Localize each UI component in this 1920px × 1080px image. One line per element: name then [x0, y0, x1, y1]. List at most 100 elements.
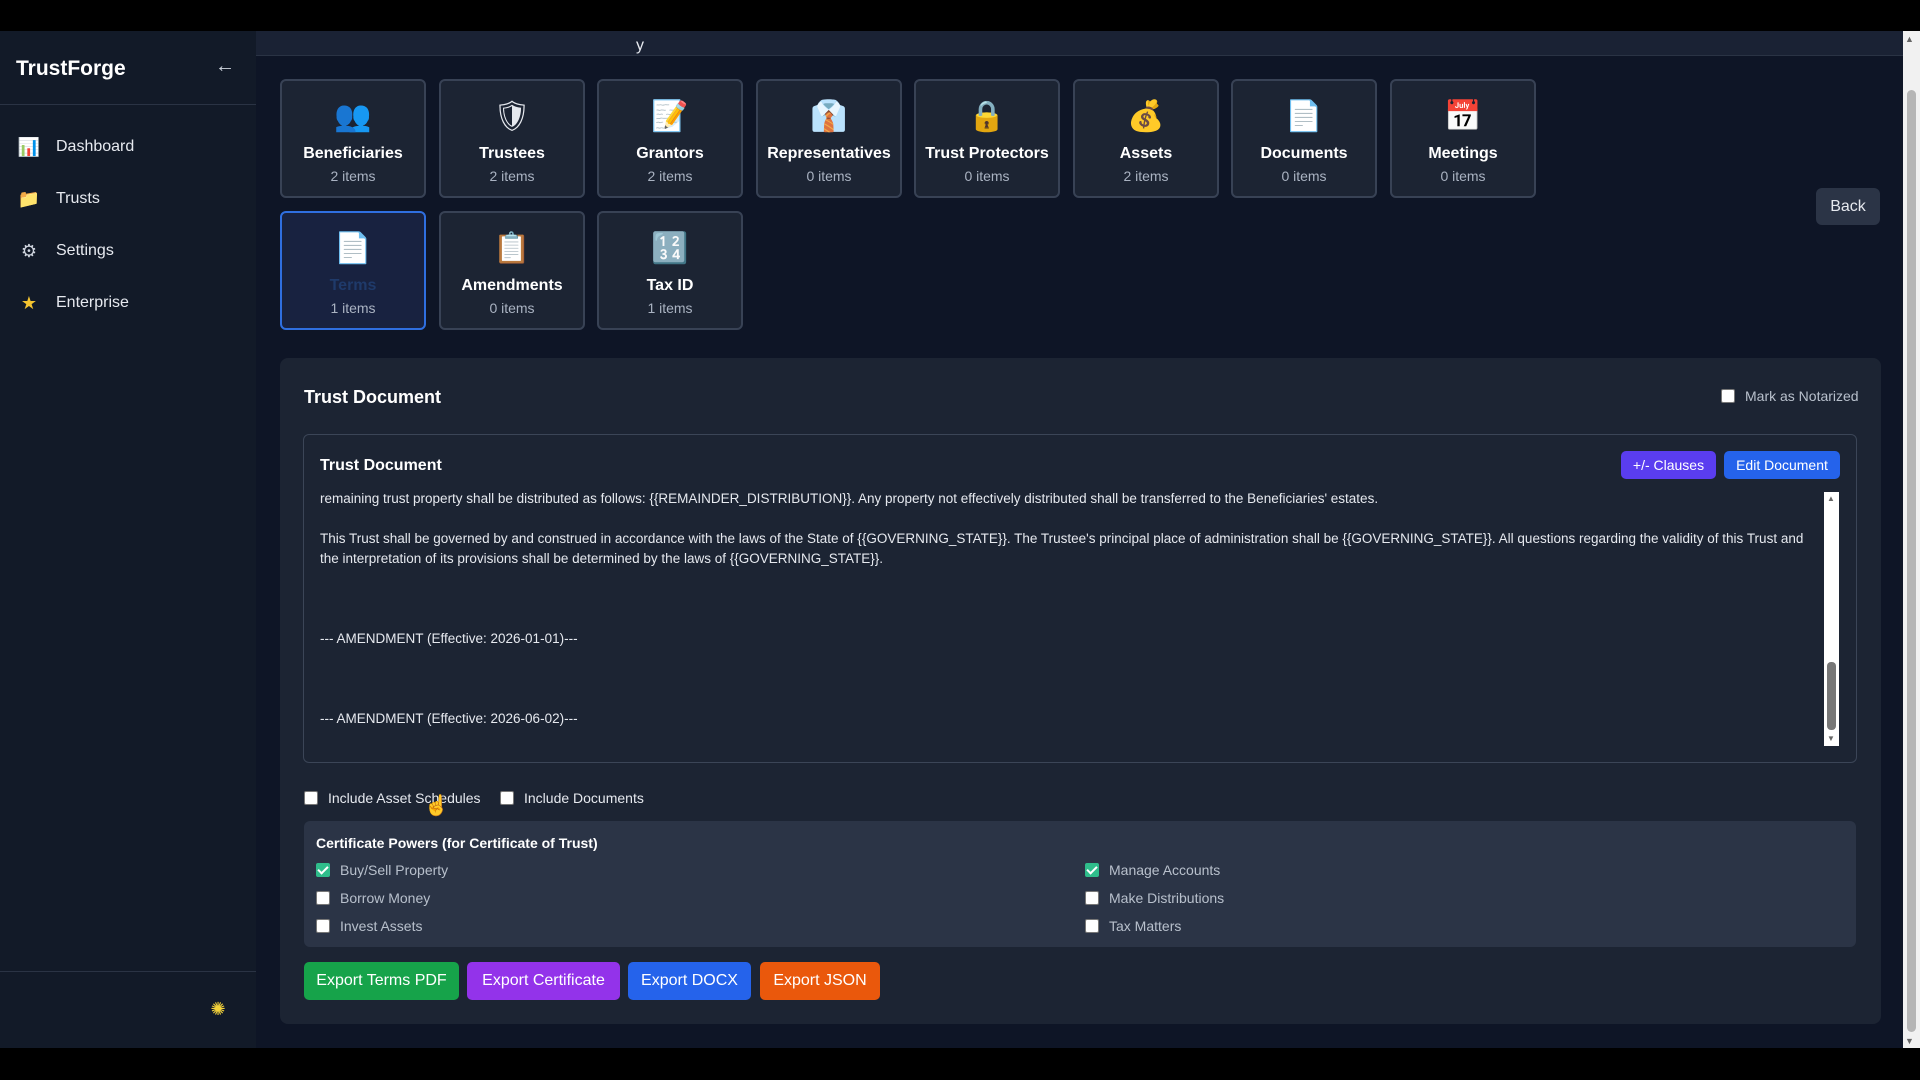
tile-count: 2 items — [647, 168, 693, 184]
sidebar-item-label: Dashboard — [56, 138, 135, 155]
tile-count: 2 items — [489, 168, 535, 184]
power-invest-assets[interactable]: Invest Assets — [316, 918, 422, 934]
export-certificate-button[interactable]: Export Certificate — [467, 962, 620, 1000]
calendar-icon: 📅 — [1444, 100, 1482, 133]
scroll-up-icon[interactable]: ▲ — [1827, 494, 1835, 503]
scroll-down-icon[interactable]: ▼ — [1905, 1036, 1914, 1046]
tile-count: 1 items — [647, 300, 693, 316]
checkbox-label: Include Asset Schedules — [328, 790, 481, 806]
tile-representatives[interactable]: 👔 Representatives 0 items — [756, 79, 902, 198]
page-header: y — [256, 31, 1903, 56]
sidebar-divider — [0, 104, 256, 105]
checkbox-box[interactable] — [1085, 863, 1099, 877]
tile-grantors[interactable]: 📝 Grantors 2 items — [597, 79, 743, 198]
tile-label: Terms — [329, 277, 377, 294]
power-buy-sell-property[interactable]: Buy/Sell Property — [316, 862, 448, 878]
page-title-partial: y — [636, 37, 644, 54]
document-paragraph: This Trust shall be governed by and cons… — [320, 531, 1804, 566]
panel-title: Trust Document — [304, 387, 442, 407]
power-borrow-money[interactable]: Borrow Money — [316, 890, 430, 906]
dashboard-icon: 📊 — [17, 136, 41, 157]
tile-count: 0 items — [1440, 168, 1486, 184]
tile-terms[interactable]: 📄 Terms 1 items — [280, 211, 426, 330]
power-manage-accounts[interactable]: Manage Accounts — [1085, 862, 1220, 878]
document-paragraph: --- AMENDMENT (Effective: 2026-01-01)--- — [320, 631, 578, 646]
sidebar-item-settings[interactable]: ⚙ Settings — [0, 231, 256, 271]
checkbox-box[interactable] — [316, 891, 330, 905]
tile-count: 0 items — [489, 300, 535, 316]
tile-label: Beneficiaries — [303, 145, 403, 162]
bottom-bar — [0, 1048, 1920, 1080]
checkbox-box[interactable] — [1085, 891, 1099, 905]
document-text: remaining trust property shall be distri… — [320, 489, 1820, 743]
sidebar-item-trusts[interactable]: 📁 Trusts — [0, 179, 256, 219]
tile-trustees[interactable]: 🛡 Trustees 2 items — [439, 79, 585, 198]
gear-icon: ⚙ — [20, 240, 38, 261]
export-terms-pdf-button[interactable]: Export Terms PDF — [304, 962, 459, 1000]
export-json-button[interactable]: Export JSON — [760, 962, 880, 1000]
sidebar-item-enterprise[interactable]: ★ Enterprise — [0, 283, 256, 323]
theme-toggle-sun-icon[interactable]: ✺ — [209, 999, 227, 1019]
document-paragraph: --- AMENDMENT (Effective: 2026-06-02)--- — [320, 711, 578, 726]
back-button[interactable]: Back — [1816, 188, 1880, 225]
tile-count: 2 items — [1123, 168, 1169, 184]
scroll-up-icon[interactable]: ▲ — [1905, 34, 1914, 44]
checkbox-box[interactable] — [500, 791, 514, 805]
tile-assets[interactable]: 💰 Assets 2 items — [1073, 79, 1219, 198]
numbers-icon: 🔢 — [651, 232, 689, 265]
tile-meetings[interactable]: 📅 Meetings 0 items — [1390, 79, 1536, 198]
sidebar-item-label: Enterprise — [56, 294, 129, 311]
document-scrollbar-thumb[interactable] — [1827, 662, 1836, 730]
checkbox-box[interactable] — [1085, 919, 1099, 933]
brand-title: TrustForge — [16, 57, 126, 80]
edit-document-button[interactable]: Edit Document — [1724, 451, 1840, 479]
top-bar — [0, 0, 1920, 31]
collapse-sidebar-icon[interactable]: ← — [215, 55, 235, 78]
hand-cursor-icon: ☝ — [424, 795, 449, 817]
star-icon: ★ — [20, 292, 38, 313]
checkbox-label: Invest Assets — [340, 918, 423, 934]
export-docx-button[interactable]: Export DOCX — [628, 962, 751, 1000]
clipboard-icon: 📋 — [493, 232, 531, 265]
power-make-distributions[interactable]: Make Distributions — [1085, 890, 1224, 906]
memo-icon: 📝 — [651, 100, 689, 133]
tile-label: Tax ID — [646, 277, 694, 294]
checkbox-label: Buy/Sell Property — [340, 862, 449, 878]
tile-label: Documents — [1260, 145, 1348, 162]
document-icon: 📄 — [334, 232, 372, 265]
include-asset-schedules-checkbox[interactable]: Include Asset Schedules — [304, 790, 481, 806]
tile-label: Assets — [1119, 145, 1173, 162]
certificate-powers-title: Certificate Powers (for Certificate of T… — [316, 835, 598, 851]
tile-count: 0 items — [1281, 168, 1327, 184]
checkbox-label: Manage Accounts — [1109, 862, 1221, 878]
power-tax-matters[interactable]: Tax Matters — [1085, 918, 1181, 934]
tile-amendments[interactable]: 📋 Amendments 0 items — [439, 211, 585, 330]
checkbox-box[interactable] — [304, 791, 318, 805]
checkbox-box[interactable] — [316, 863, 330, 877]
lock-icon: 🔒 — [968, 100, 1006, 133]
tile-label: Grantors — [636, 145, 704, 162]
document-title: Trust Document — [320, 457, 442, 474]
checkbox-label: Make Distributions — [1109, 890, 1225, 906]
document-paragraph: remaining trust property shall be distri… — [320, 491, 1379, 506]
tile-documents[interactable]: 📄 Documents 0 items — [1231, 79, 1377, 198]
checkbox-box[interactable] — [1721, 389, 1735, 403]
shield-icon: 🛡 — [492, 100, 532, 133]
tile-beneficiaries[interactable]: 👥 Beneficiaries 2 items — [280, 79, 426, 198]
tile-label: Trust Protectors — [925, 145, 1049, 162]
mark-notarized-checkbox[interactable]: Mark as Notarized — [1721, 388, 1859, 404]
sidebar-divider — [0, 971, 256, 972]
checkbox-label: Borrow Money — [340, 890, 431, 906]
tile-tax-id[interactable]: 🔢 Tax ID 1 items — [597, 211, 743, 330]
folder-icon: 📁 — [17, 188, 41, 209]
checkbox-label: Include Documents — [524, 790, 644, 806]
clauses-button[interactable]: +/- Clauses — [1621, 451, 1716, 479]
page-scrollbar-thumb[interactable] — [1907, 90, 1916, 1032]
scroll-down-icon[interactable]: ▼ — [1827, 734, 1835, 743]
tile-count: 2 items — [330, 168, 376, 184]
checkbox-box[interactable] — [316, 919, 330, 933]
tile-trust-protectors[interactable]: 🔒 Trust Protectors 0 items — [914, 79, 1060, 198]
include-documents-checkbox[interactable]: Include Documents — [500, 790, 644, 806]
sidebar-item-dashboard[interactable]: 📊 Dashboard — [0, 127, 256, 167]
people-icon: 👥 — [334, 100, 372, 133]
